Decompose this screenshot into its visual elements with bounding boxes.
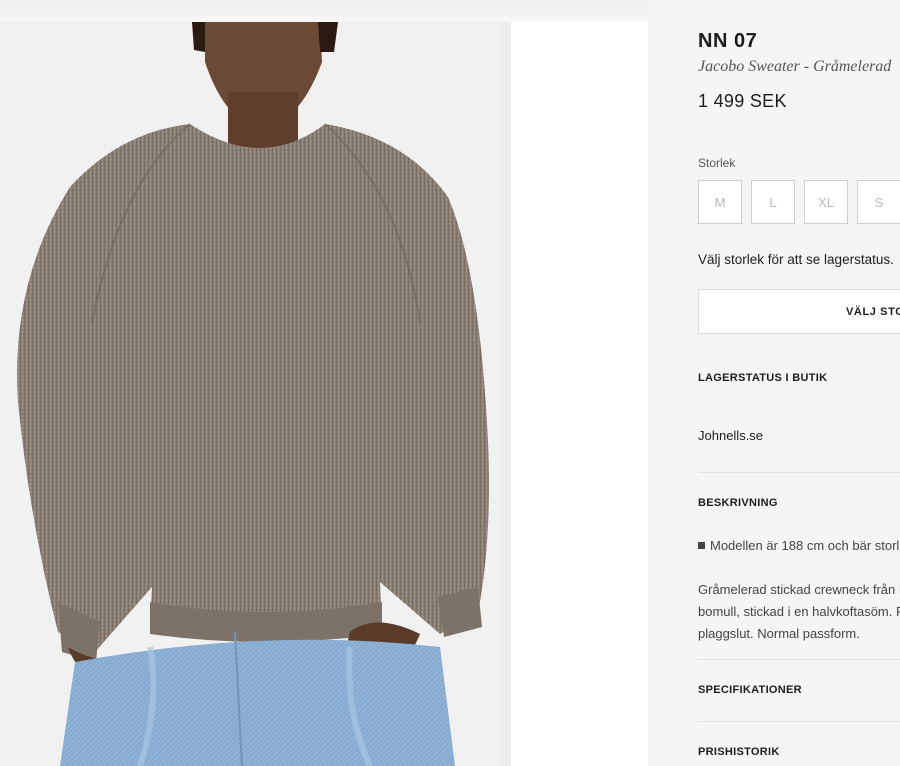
size-label: Storlek bbox=[698, 156, 736, 170]
choose-size-button[interactable]: VÄLJ STORL bbox=[698, 289, 900, 334]
size-options: M L XL S bbox=[698, 180, 900, 224]
bullet-square-icon bbox=[698, 542, 705, 549]
image-top-bar bbox=[0, 0, 648, 22]
description-line: bomull, stickad i en halvkoftasöm. Rib bbox=[698, 604, 900, 619]
divider bbox=[698, 472, 900, 473]
divider bbox=[698, 659, 900, 660]
description-bullet-text: Modellen är 188 cm och bär storle bbox=[710, 538, 900, 553]
description-heading[interactable]: BESKRIVNING bbox=[698, 497, 778, 509]
product-photo[interactable] bbox=[0, 22, 511, 766]
brand-name[interactable]: NN 07 bbox=[698, 30, 757, 53]
description-line: plaggslut. Normal passform. bbox=[698, 626, 860, 641]
product-name: Jacobo Sweater - Gråmelerad bbox=[698, 58, 892, 75]
specifications-heading[interactable]: SPECIFIKATIONER bbox=[698, 684, 802, 696]
price-history-heading[interactable]: PRISHISTORIK bbox=[698, 746, 780, 758]
size-option-xl[interactable]: XL bbox=[804, 180, 848, 224]
description-line: Gråmelerad stickad crewneck från N bbox=[698, 582, 900, 597]
stock-hint: Välj storlek för att se lagerstatus. bbox=[698, 252, 894, 267]
description-bullet: Modellen är 188 cm och bär storle bbox=[698, 538, 900, 553]
product-detail-panel: NN 07 Jacobo Sweater - Gråmelerad 1 499 … bbox=[648, 0, 900, 766]
product-image-panel bbox=[0, 0, 648, 766]
size-option-s[interactable]: S bbox=[857, 180, 900, 224]
description-text: Gråmelerad stickad crewneck från N bomul… bbox=[698, 579, 900, 645]
size-option-m[interactable]: M bbox=[698, 180, 742, 224]
product-photo-illustration bbox=[0, 22, 511, 766]
store-link[interactable]: Johnells.se bbox=[698, 428, 763, 443]
size-option-l[interactable]: L bbox=[751, 180, 795, 224]
divider bbox=[698, 721, 900, 722]
store-stock-heading[interactable]: LAGERSTATUS I BUTIK bbox=[698, 372, 827, 384]
product-price: 1 499 SEK bbox=[698, 91, 787, 111]
